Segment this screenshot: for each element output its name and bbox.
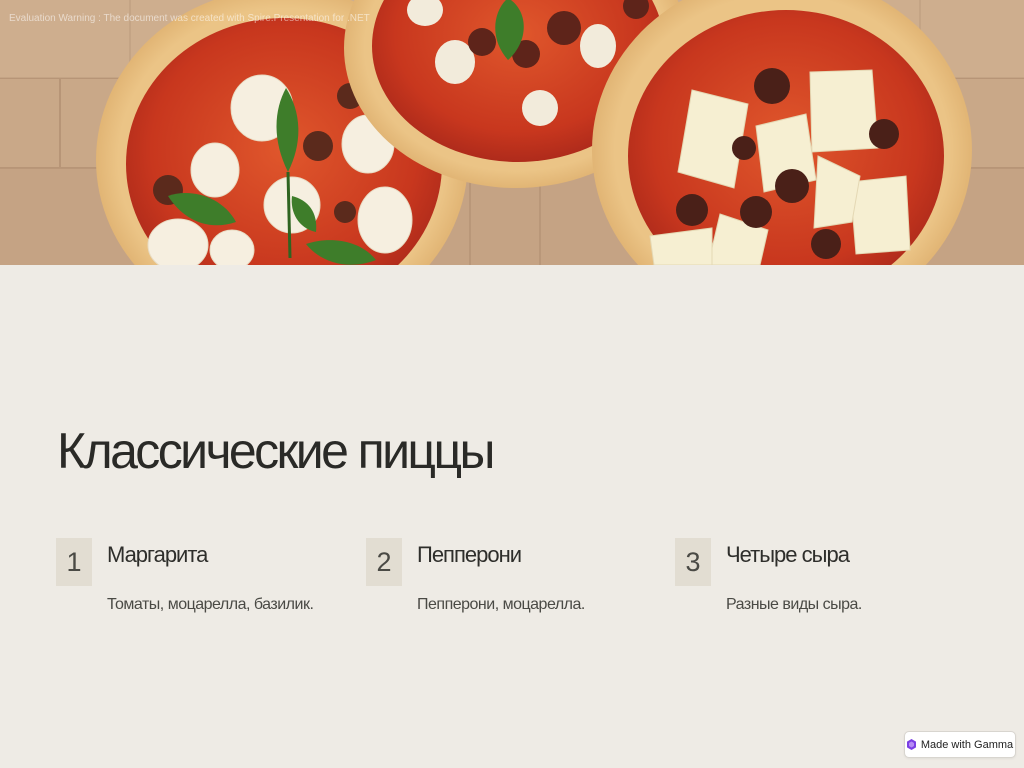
pizza-four-cheese-icon xyxy=(592,0,972,265)
item-name: Четыре сыра xyxy=(726,542,850,567)
gamma-logo-icon xyxy=(906,739,916,750)
item-number: 2 xyxy=(366,538,402,586)
item-description: Томаты, моцарелла, базилик. xyxy=(107,596,314,613)
hero-image: Evaluation Warning : The document was cr… xyxy=(0,0,1024,265)
page-title: Классические пиццы xyxy=(57,423,495,479)
made-with-gamma-badge[interactable]: Made with Gamma xyxy=(904,731,1016,758)
item-description: Разные виды сыра. xyxy=(726,596,862,613)
badge-label: Made with Gamma xyxy=(920,738,1014,751)
item-description: Пепперони, моцарелла. xyxy=(417,596,585,613)
item-name: Маргарита xyxy=(107,542,208,567)
evaluation-watermark: Evaluation Warning : The document was cr… xyxy=(9,13,370,24)
item-number: 1 xyxy=(56,538,92,586)
item-number: 3 xyxy=(675,538,711,586)
item-name: Пепперони xyxy=(417,542,522,567)
